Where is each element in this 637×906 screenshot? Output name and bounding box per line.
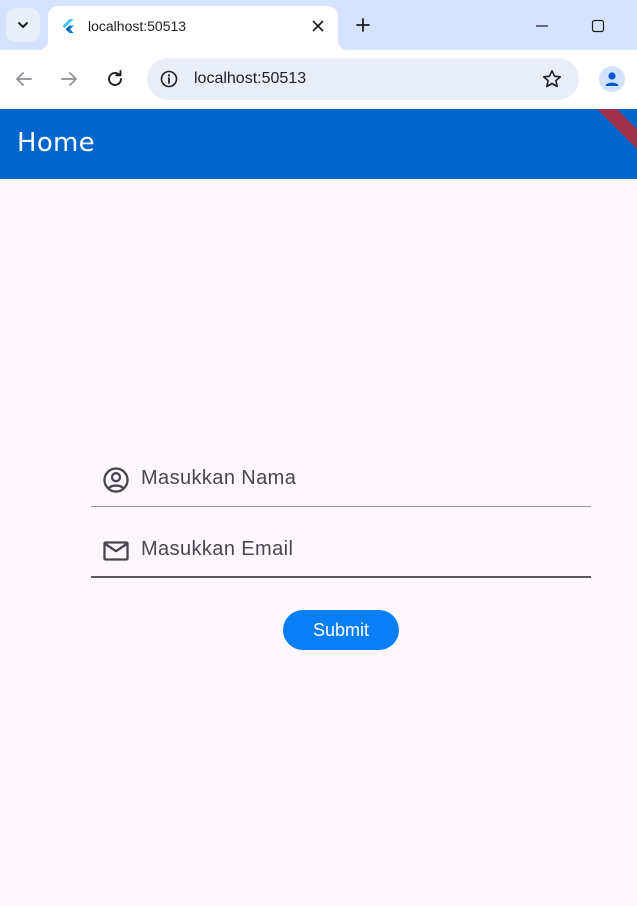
page-title: Home bbox=[17, 128, 95, 158]
account-circle-icon bbox=[102, 466, 130, 494]
plus-icon bbox=[356, 18, 370, 32]
address-bar[interactable]: localhost:50513 bbox=[147, 58, 579, 100]
app-bar: Home bbox=[0, 109, 637, 179]
browser-tab[interactable]: localhost:50513 bbox=[38, 6, 348, 50]
flutter-logo-icon bbox=[62, 19, 74, 33]
chevron-down-icon bbox=[18, 22, 28, 28]
new-tab-button[interactable] bbox=[350, 12, 376, 38]
email-field-underline bbox=[91, 576, 591, 578]
mail-icon bbox=[102, 537, 130, 565]
name-input[interactable] bbox=[141, 463, 581, 493]
name-field bbox=[91, 449, 591, 507]
star-icon bbox=[542, 70, 562, 88]
tab-title: localhost:50513 bbox=[88, 18, 187, 34]
app-content: Submit bbox=[0, 179, 637, 906]
browser-tabstrip: localhost:50513 bbox=[0, 0, 637, 50]
back-button[interactable] bbox=[10, 65, 38, 93]
person-icon bbox=[605, 72, 619, 86]
debug-banner bbox=[578, 109, 637, 168]
site-info-button[interactable] bbox=[157, 67, 181, 91]
info-icon bbox=[160, 70, 178, 88]
arrow-right-icon bbox=[61, 72, 77, 86]
email-field bbox=[91, 520, 591, 578]
arrow-left-icon bbox=[16, 72, 32, 86]
url-text[interactable]: localhost:50513 bbox=[194, 70, 306, 88]
tab-search-button[interactable] bbox=[6, 8, 40, 42]
browser-toolbar: localhost:50513 bbox=[0, 50, 637, 109]
reload-icon bbox=[108, 70, 122, 86]
bookmark-button[interactable] bbox=[541, 68, 563, 90]
forward-button[interactable] bbox=[55, 65, 83, 93]
email-input[interactable] bbox=[141, 534, 581, 564]
profile-button[interactable] bbox=[599, 66, 625, 92]
submit-button[interactable]: Submit bbox=[283, 610, 399, 650]
minimize-button[interactable] bbox=[528, 12, 556, 40]
close-icon bbox=[312, 20, 324, 32]
minimize-icon bbox=[536, 25, 548, 27]
maximize-icon bbox=[591, 19, 605, 33]
tab-close-button[interactable] bbox=[308, 16, 328, 36]
reload-button[interactable] bbox=[101, 65, 129, 93]
name-field-underline bbox=[91, 505, 591, 507]
maximize-button[interactable] bbox=[584, 12, 612, 40]
